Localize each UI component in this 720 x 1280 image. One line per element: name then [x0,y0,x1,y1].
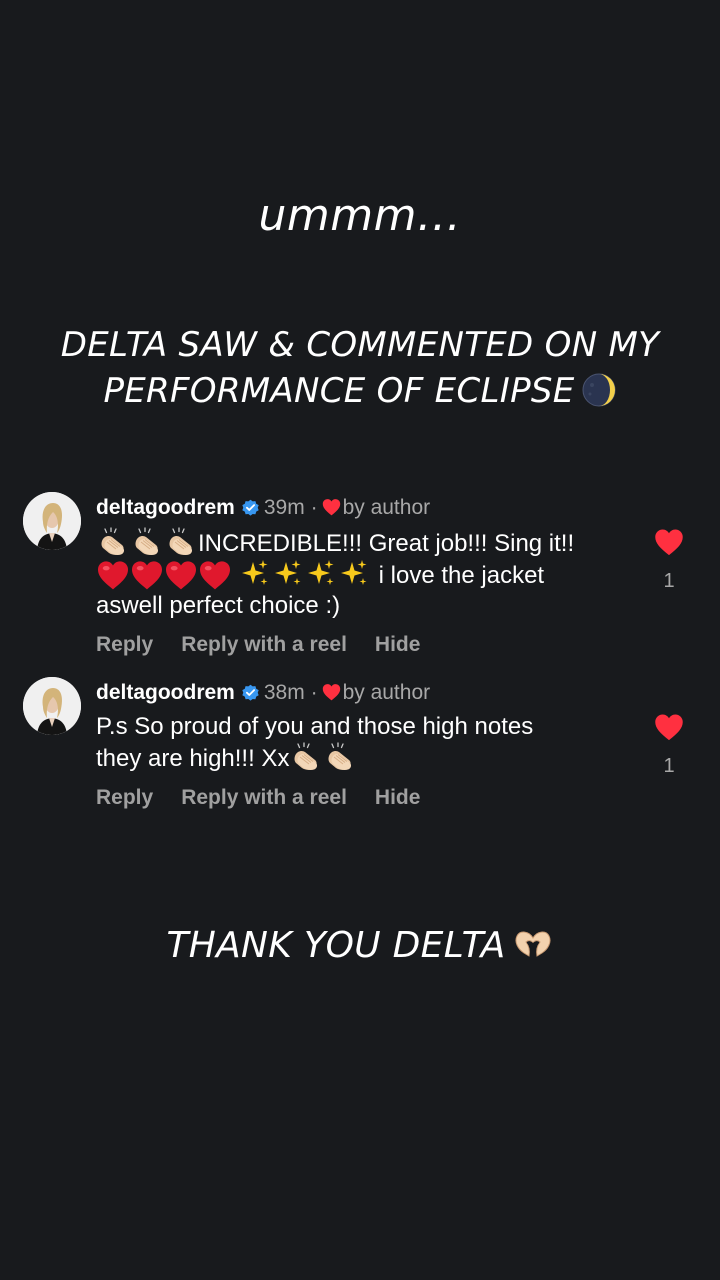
meta-separator: · [310,681,318,704]
heart-icon [322,683,341,701]
headline-caption: DELTA SAW & COMMENTED ON MY PERFORMANCE … [0,322,720,414]
comment-meta: deltagoodrem 39m · by author [96,494,626,522]
verified-badge-icon [242,499,259,516]
comment-actions: Reply Reply with a reel Hide [96,633,626,657]
liked-by-author-label: by author [342,496,431,519]
red-heart-icon [96,560,130,590]
headline-line-2: PERFORMANCE OF ECLIPSE [0,368,720,414]
comment-time: 39m [263,496,305,519]
avatar[interactable] [23,492,81,550]
outro-caption: THANK YOU DELTA [0,925,720,966]
crescent-moon-icon [582,373,616,407]
red-heart-icon [198,560,232,590]
clapping-hands-icon [164,527,198,557]
reply-button[interactable]: Reply [96,633,153,656]
like-column: 1 [646,713,692,778]
username[interactable]: deltagoodrem [96,681,235,704]
like-count: 1 [663,755,675,777]
verified-badge-icon [242,684,259,701]
heart-hands-icon [515,931,551,957]
comment-text-part: they are high!!! Xx [96,745,290,772]
sparkles-icon [306,559,336,589]
red-heart-icon [164,560,198,590]
comment-actions: Reply Reply with a reel Hide [96,786,626,810]
intro-caption: ummm… [258,190,462,241]
comment-body: deltagoodrem 39m · by author INCREDIBLE!!… [96,494,626,657]
comment-body: deltagoodrem 38m · by author P.s So proud… [96,679,626,810]
reply-with-reel-button[interactable]: Reply with a reel [181,633,347,656]
avatar[interactable] [23,677,81,735]
sparkles-icon [240,559,270,589]
comment-time: 38m [263,681,305,704]
comment-text: P.s So proud of you and those high notes… [96,712,626,774]
comment-text-part: aswell perfect choice :) [96,592,341,619]
outro-text: THANK YOU DELTA [166,925,506,966]
like-heart-icon[interactable] [654,528,684,556]
like-heart-icon[interactable] [654,713,684,741]
meta-separator: · [310,496,318,519]
comment-text-part: P.s So proud of you and those high notes [96,713,534,740]
headline-line-1: DELTA SAW & COMMENTED ON MY [60,325,660,365]
clapping-hands-icon [130,527,164,557]
like-count: 1 [663,570,675,592]
sparkles-icon [273,559,303,589]
hide-button[interactable]: Hide [375,633,421,656]
clapping-hands-icon [289,742,323,772]
hide-button[interactable]: Hide [375,786,421,809]
username[interactable]: deltagoodrem [96,496,235,519]
sparkles-icon [339,559,369,589]
comment-text: INCREDIBLE!!! Great job!!! Sing it!! i l… [96,527,626,621]
headline-line-2-text: PERFORMANCE OF ECLIPSE [103,371,575,411]
like-column: 1 [646,528,692,593]
clapping-hands-icon [323,742,357,772]
reply-button[interactable]: Reply [96,786,153,809]
reply-with-reel-button[interactable]: Reply with a reel [181,786,347,809]
comment-text-part: i love the jacket [372,562,545,589]
liked-by-author-label: by author [342,681,431,704]
red-heart-icon [130,560,164,590]
comment-meta: deltagoodrem 38m · by author [96,679,626,707]
heart-icon [322,498,341,516]
clapping-hands-icon [96,527,130,557]
comment-text-part: INCREDIBLE!!! Great job!!! Sing it!! [198,530,575,557]
